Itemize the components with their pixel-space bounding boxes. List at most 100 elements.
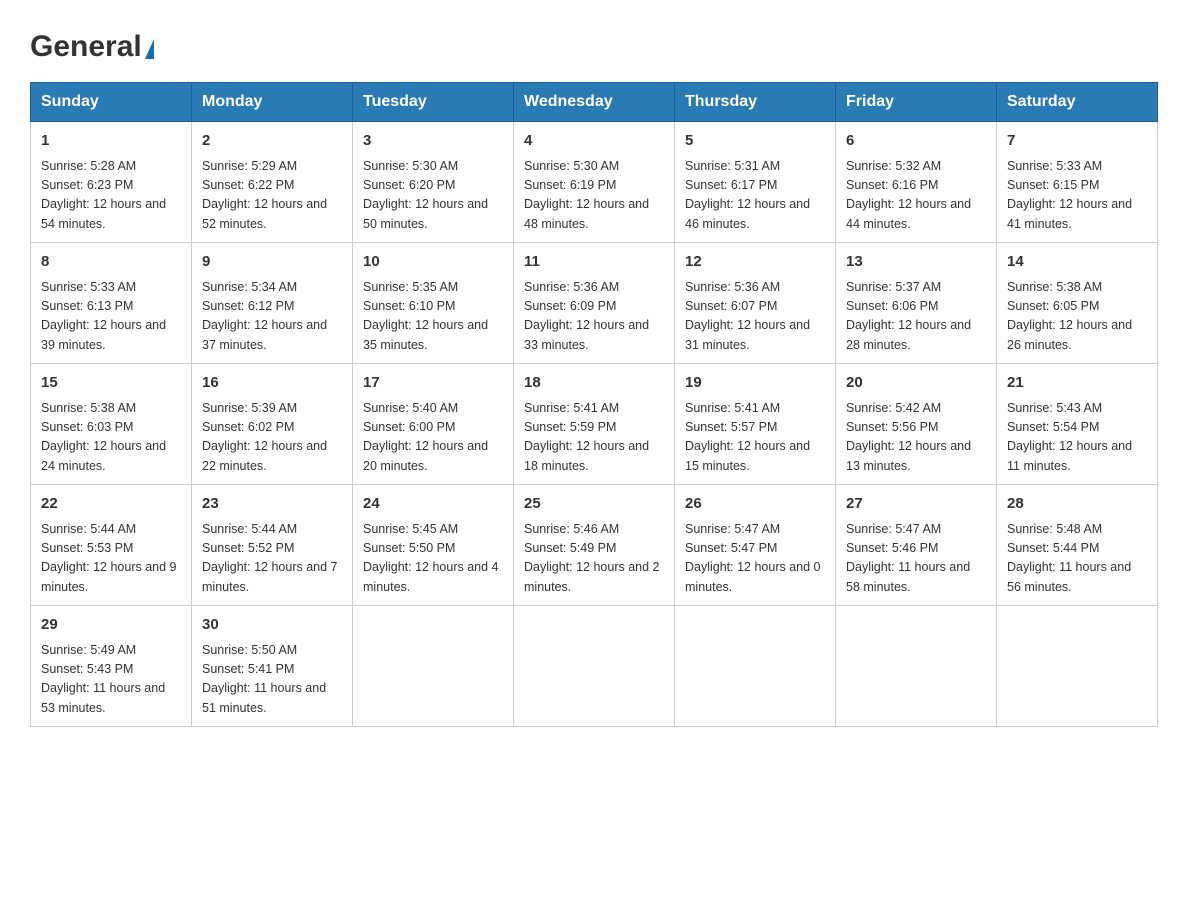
calendar-cell: 19 Sunrise: 5:41 AMSunset: 5:57 PMDayligh… — [675, 364, 836, 485]
weekday-header-friday: Friday — [836, 83, 997, 122]
day-info: Sunrise: 5:50 AMSunset: 5:41 PMDaylight:… — [202, 641, 342, 719]
day-info: Sunrise: 5:32 AMSunset: 6:16 PMDaylight:… — [846, 157, 986, 235]
weekday-header-sunday: Sunday — [31, 83, 192, 122]
day-number: 7 — [1007, 130, 1147, 153]
weekday-header-tuesday: Tuesday — [353, 83, 514, 122]
day-info: Sunrise: 5:30 AMSunset: 6:19 PMDaylight:… — [524, 157, 664, 235]
day-number: 22 — [41, 493, 181, 516]
day-info: Sunrise: 5:33 AMSunset: 6:13 PMDaylight:… — [41, 278, 181, 356]
calendar-cell: 28 Sunrise: 5:48 AMSunset: 5:44 PMDayligh… — [997, 485, 1158, 606]
calendar-cell: 23 Sunrise: 5:44 AMSunset: 5:52 PMDayligh… — [192, 485, 353, 606]
day-info: Sunrise: 5:28 AMSunset: 6:23 PMDaylight:… — [41, 157, 181, 235]
calendar-cell: 24Sunrise: 5:45 AMSunset: 5:50 PMDayligh… — [353, 485, 514, 606]
calendar-cell: 9Sunrise: 5:34 AMSunset: 6:12 PMDaylight… — [192, 243, 353, 364]
day-number: 4 — [524, 130, 664, 153]
day-number: 23 — [202, 493, 342, 516]
day-info: Sunrise: 5:37 AMSunset: 6:06 PMDaylight:… — [846, 278, 986, 356]
calendar-cell — [675, 606, 836, 727]
day-number: 11 — [524, 251, 664, 274]
calendar-cell: 2 Sunrise: 5:29 AMSunset: 6:22 PMDaylight… — [192, 122, 353, 243]
calendar-cell: 20Sunrise: 5:42 AMSunset: 5:56 PMDayligh… — [836, 364, 997, 485]
day-number: 20 — [846, 372, 986, 395]
day-info: Sunrise: 5:47 AMSunset: 5:46 PMDaylight:… — [846, 520, 986, 598]
calendar-cell: 8Sunrise: 5:33 AMSunset: 6:13 PMDaylight… — [31, 243, 192, 364]
weekday-header-monday: Monday — [192, 83, 353, 122]
week-row-5: 29Sunrise: 5:49 AMSunset: 5:43 PMDayligh… — [31, 606, 1158, 727]
week-row-2: 8Sunrise: 5:33 AMSunset: 6:13 PMDaylight… — [31, 243, 1158, 364]
day-number: 16 — [202, 372, 342, 395]
day-info: Sunrise: 5:43 AMSunset: 5:54 PMDaylight:… — [1007, 399, 1147, 477]
calendar-cell: 26 Sunrise: 5:47 AMSunset: 5:47 PMDayligh… — [675, 485, 836, 606]
day-info: Sunrise: 5:35 AMSunset: 6:10 PMDaylight:… — [363, 278, 503, 356]
day-info: Sunrise: 5:49 AMSunset: 5:43 PMDaylight:… — [41, 641, 181, 719]
week-row-1: 1 Sunrise: 5:28 AMSunset: 6:23 PMDaylight… — [31, 122, 1158, 243]
calendar-table: SundayMondayTuesdayWednesdayThursdayFrid… — [30, 82, 1158, 727]
calendar-cell: 30 Sunrise: 5:50 AMSunset: 5:41 PMDayligh… — [192, 606, 353, 727]
day-info: Sunrise: 5:33 AMSunset: 6:15 PMDaylight:… — [1007, 157, 1147, 235]
day-info: Sunrise: 5:38 AMSunset: 6:05 PMDaylight:… — [1007, 278, 1147, 356]
calendar-cell — [514, 606, 675, 727]
day-info: Sunrise: 5:48 AMSunset: 5:44 PMDaylight:… — [1007, 520, 1147, 598]
day-info: Sunrise: 5:31 AMSunset: 6:17 PMDaylight:… — [685, 157, 825, 235]
day-info: Sunrise: 5:29 AMSunset: 6:22 PMDaylight:… — [202, 157, 342, 235]
logo-triangle-icon — [145, 39, 154, 59]
calendar-cell: 6 Sunrise: 5:32 AMSunset: 6:16 PMDaylight… — [836, 122, 997, 243]
day-info: Sunrise: 5:41 AMSunset: 5:57 PMDaylight:… — [685, 399, 825, 477]
day-number: 30 — [202, 614, 342, 637]
day-info: Sunrise: 5:34 AMSunset: 6:12 PMDaylight:… — [202, 278, 342, 356]
page-header: General — [30, 30, 1158, 62]
calendar-cell: 21 Sunrise: 5:43 AMSunset: 5:54 PMDayligh… — [997, 364, 1158, 485]
day-number: 25 — [524, 493, 664, 516]
day-info: Sunrise: 5:47 AMSunset: 5:47 PMDaylight:… — [685, 520, 825, 598]
day-info: Sunrise: 5:38 AMSunset: 6:03 PMDaylight:… — [41, 399, 181, 477]
day-info: Sunrise: 5:44 AMSunset: 5:53 PMDaylight:… — [41, 520, 181, 598]
weekday-header-wednesday: Wednesday — [514, 83, 675, 122]
week-row-3: 15Sunrise: 5:38 AMSunset: 6:03 PMDayligh… — [31, 364, 1158, 485]
calendar-cell: 16 Sunrise: 5:39 AMSunset: 6:02 PMDayligh… — [192, 364, 353, 485]
calendar-cell: 11 Sunrise: 5:36 AMSunset: 6:09 PMDayligh… — [514, 243, 675, 364]
day-number: 14 — [1007, 251, 1147, 274]
day-info: Sunrise: 5:36 AMSunset: 6:09 PMDaylight:… — [524, 278, 664, 356]
day-info: Sunrise: 5:41 AMSunset: 5:59 PMDaylight:… — [524, 399, 664, 477]
day-number: 3 — [363, 130, 503, 153]
calendar-cell: 1 Sunrise: 5:28 AMSunset: 6:23 PMDaylight… — [31, 122, 192, 243]
calendar-cell: 17 Sunrise: 5:40 AMSunset: 6:00 PMDayligh… — [353, 364, 514, 485]
calendar-cell: 4 Sunrise: 5:30 AMSunset: 6:19 PMDaylight… — [514, 122, 675, 243]
day-number: 1 — [41, 130, 181, 153]
logo: General — [30, 30, 154, 62]
day-number: 5 — [685, 130, 825, 153]
calendar-cell: 22 Sunrise: 5:44 AMSunset: 5:53 PMDayligh… — [31, 485, 192, 606]
weekday-header-saturday: Saturday — [997, 83, 1158, 122]
weekday-header-thursday: Thursday — [675, 83, 836, 122]
day-number: 28 — [1007, 493, 1147, 516]
calendar-cell: 14 Sunrise: 5:38 AMSunset: 6:05 PMDayligh… — [997, 243, 1158, 364]
day-number: 2 — [202, 130, 342, 153]
calendar-cell: 15Sunrise: 5:38 AMSunset: 6:03 PMDayligh… — [31, 364, 192, 485]
calendar-cell: 10 Sunrise: 5:35 AMSunset: 6:10 PMDayligh… — [353, 243, 514, 364]
calendar-cell — [353, 606, 514, 727]
day-number: 6 — [846, 130, 986, 153]
calendar-cell: 7 Sunrise: 5:33 AMSunset: 6:15 PMDaylight… — [997, 122, 1158, 243]
logo-top: General — [30, 30, 154, 64]
calendar-cell: 5 Sunrise: 5:31 AMSunset: 6:17 PMDaylight… — [675, 122, 836, 243]
day-number: 27 — [846, 493, 986, 516]
calendar-cell: 3Sunrise: 5:30 AMSunset: 6:20 PMDaylight… — [353, 122, 514, 243]
day-info: Sunrise: 5:44 AMSunset: 5:52 PMDaylight:… — [202, 520, 342, 598]
day-number: 19 — [685, 372, 825, 395]
calendar-cell: 27 Sunrise: 5:47 AMSunset: 5:46 PMDayligh… — [836, 485, 997, 606]
calendar-cell: 29Sunrise: 5:49 AMSunset: 5:43 PMDayligh… — [31, 606, 192, 727]
day-number: 17 — [363, 372, 503, 395]
day-number: 21 — [1007, 372, 1147, 395]
day-number: 10 — [363, 251, 503, 274]
day-number: 26 — [685, 493, 825, 516]
calendar-cell: 25Sunrise: 5:46 AMSunset: 5:49 PMDayligh… — [514, 485, 675, 606]
calendar-cell — [997, 606, 1158, 727]
day-number: 18 — [524, 372, 664, 395]
calendar-cell: 13Sunrise: 5:37 AMSunset: 6:06 PMDayligh… — [836, 243, 997, 364]
day-info: Sunrise: 5:39 AMSunset: 6:02 PMDaylight:… — [202, 399, 342, 477]
day-info: Sunrise: 5:40 AMSunset: 6:00 PMDaylight:… — [363, 399, 503, 477]
day-info: Sunrise: 5:45 AMSunset: 5:50 PMDaylight:… — [363, 520, 503, 598]
calendar-cell — [836, 606, 997, 727]
week-row-4: 22 Sunrise: 5:44 AMSunset: 5:53 PMDayligh… — [31, 485, 1158, 606]
calendar-cell: 12Sunrise: 5:36 AMSunset: 6:07 PMDayligh… — [675, 243, 836, 364]
